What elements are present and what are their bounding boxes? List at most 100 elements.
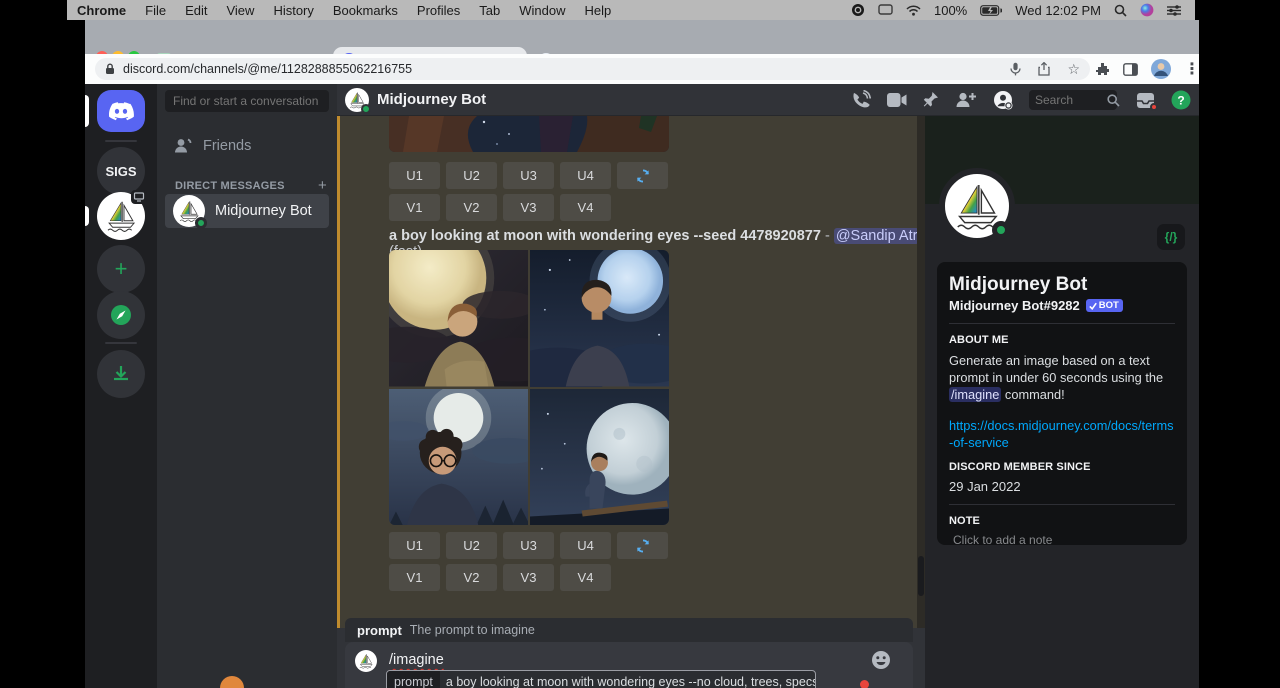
siri-icon[interactable] — [1140, 3, 1154, 17]
menu-clock[interactable]: Wed 12:02 PM — [1015, 3, 1101, 18]
lock-icon[interactable] — [105, 63, 115, 75]
discord-home-button[interactable] — [97, 90, 145, 132]
message-input[interactable]: /imagine prompt a boy looking at moon wi… — [345, 642, 913, 688]
bot-badge: BOT — [1086, 299, 1123, 312]
wifi-icon[interactable] — [906, 5, 921, 16]
search-magnifier-icon[interactable] — [1107, 94, 1120, 107]
address-bar[interactable]: discord.com/channels/@me/112828885506221… — [95, 58, 1090, 80]
browser-profile-avatar[interactable] — [1151, 59, 1171, 79]
menu-item-profiles[interactable]: Profiles — [417, 3, 460, 18]
extensions-puzzle-icon[interactable] — [1095, 62, 1110, 77]
active-home-pill — [85, 95, 89, 127]
imagine-command-highlight[interactable]: /imagine — [949, 387, 1001, 402]
generated-image-partial[interactable] — [389, 116, 669, 152]
pin-icon[interactable] — [923, 91, 939, 109]
side-panel-icon[interactable] — [1123, 63, 1138, 76]
emoji-picker-icon[interactable] — [871, 650, 891, 670]
variation-button-v4[interactable]: V4 — [560, 194, 611, 221]
menu-item-file[interactable]: File — [145, 3, 166, 18]
reroll-button[interactable] — [617, 162, 668, 189]
menu-item-window[interactable]: Window — [519, 3, 565, 18]
variation-button-v1[interactable]: V1 — [389, 564, 440, 591]
conversation-search-input[interactable] — [165, 90, 329, 112]
rail-divider — [105, 140, 137, 142]
inbox-icon[interactable] — [1136, 92, 1155, 109]
member-since-value: 29 Jan 2022 — [949, 479, 1175, 494]
video-call-icon[interactable] — [887, 93, 907, 107]
note-label: NOTE — [949, 515, 1175, 527]
about-me-label: ABOUT ME — [949, 334, 1175, 346]
reroll-button[interactable] — [617, 532, 668, 559]
upscale-button-u2[interactable]: U2 — [446, 532, 497, 559]
command-bot-avatar — [355, 650, 377, 672]
user-mention[interactable]: @Sandip Atr — [834, 228, 920, 244]
image-quadrant-2[interactable] — [530, 250, 669, 387]
add-friend-icon[interactable] — [955, 92, 977, 108]
download-apps-button[interactable] — [97, 350, 145, 398]
menu-item-history[interactable]: History — [273, 3, 313, 18]
sidebar-item-friends[interactable]: Friends — [165, 131, 329, 161]
upscale-button-u3[interactable]: U3 — [503, 532, 554, 559]
prompt-option-value[interactable]: a boy looking at moon with wondering eye… — [440, 675, 816, 688]
record-status-icon[interactable] — [851, 3, 865, 17]
chat-scrollbar-track[interactable] — [917, 116, 925, 628]
add-server-button[interactable]: + — [97, 245, 145, 293]
menu-item-tab[interactable]: Tab — [479, 3, 500, 18]
variation-button-v4[interactable]: V4 — [560, 564, 611, 591]
upscale-button-u4[interactable]: U4 — [560, 162, 611, 189]
chat-header-avatar[interactable] — [345, 88, 369, 112]
prompt-text: a boy looking at moon with wondering eye… — [389, 228, 821, 244]
upscale-button-u3[interactable]: U3 — [503, 162, 554, 189]
profile-tag: Midjourney Bot#9282 — [949, 298, 1080, 313]
menu-item-edit[interactable]: Edit — [185, 3, 207, 18]
dm-item-midjourney-bot[interactable]: Midjourney Bot — [165, 194, 329, 228]
variation-button-v2[interactable]: V2 — [446, 194, 497, 221]
option-description: The prompt to imagine — [410, 623, 535, 637]
upscale-button-u4[interactable]: U4 — [560, 532, 611, 559]
menu-app-name[interactable]: Chrome — [77, 3, 126, 18]
prompt-option-field[interactable]: prompt a boy looking at moon with wonder… — [386, 670, 816, 688]
menu-item-help[interactable]: Help — [585, 3, 612, 18]
chat-scrollbar-thumb[interactable] — [918, 556, 924, 596]
rail-dm-midjourney-avatar[interactable] — [97, 192, 145, 240]
user-profile-toggle-icon[interactable] — [993, 90, 1013, 110]
share-icon[interactable] — [1038, 62, 1050, 76]
browser-tab-strip: ChatGPT ✕ • Discord | @Midjourney Bot ✕ … — [85, 20, 1199, 54]
command-text[interactable]: /imagine — [389, 652, 444, 668]
voice-call-icon[interactable] — [851, 90, 871, 110]
note-placeholder[interactable]: Click to add a note — [953, 533, 1175, 547]
profile-name: Midjourney Bot — [949, 274, 1175, 296]
image-quadrant-1[interactable] — [389, 250, 528, 387]
explore-servers-button[interactable] — [97, 291, 145, 339]
member-since-label: DISCORD MEMBER SINCE — [949, 461, 1175, 473]
upscale-button-u1[interactable]: U1 — [389, 532, 440, 559]
voice-search-icon[interactable] — [1010, 62, 1021, 76]
display-menu-icon[interactable] — [878, 4, 893, 16]
upscale-button-u2[interactable]: U2 — [446, 162, 497, 189]
bookmark-star-icon[interactable]: ☆ — [1067, 61, 1080, 78]
help-icon[interactable]: ? — [1171, 90, 1191, 110]
image-quadrant-3[interactable] — [389, 389, 528, 526]
slash-commands-badge[interactable]: {/} — [1157, 224, 1185, 250]
browser-menu-kebab-icon[interactable]: ⋮ — [1184, 59, 1200, 79]
variation-button-v3[interactable]: V3 — [503, 564, 554, 591]
user-avatar-partial[interactable] — [220, 676, 244, 688]
image-quadrant-4[interactable] — [530, 389, 669, 526]
spotlight-search-icon[interactable] — [1114, 4, 1127, 17]
control-center-icon[interactable] — [1167, 5, 1181, 16]
menu-item-bookmarks[interactable]: Bookmarks — [333, 3, 398, 18]
profile-avatar[interactable] — [939, 168, 1015, 244]
create-dm-icon[interactable]: + — [318, 177, 327, 194]
variation-button-v3[interactable]: V3 — [503, 194, 554, 221]
upscale-button-u1[interactable]: U1 — [389, 162, 440, 189]
variation-button-v1[interactable]: V1 — [389, 194, 440, 221]
chat-search-input[interactable] — [1029, 90, 1117, 110]
variation-button-v2[interactable]: V2 — [446, 564, 497, 591]
server-icon-sigs[interactable]: SIGS — [97, 147, 145, 195]
menu-item-view[interactable]: View — [226, 3, 254, 18]
generated-image-grid[interactable] — [389, 250, 669, 525]
rail-divider — [105, 342, 137, 344]
terms-link[interactable]: https://docs.midjourney.com/docs/terms-o… — [949, 417, 1175, 451]
inbox-badge — [1150, 103, 1158, 111]
dm-list-header: DIRECT MESSAGES + — [175, 177, 327, 194]
